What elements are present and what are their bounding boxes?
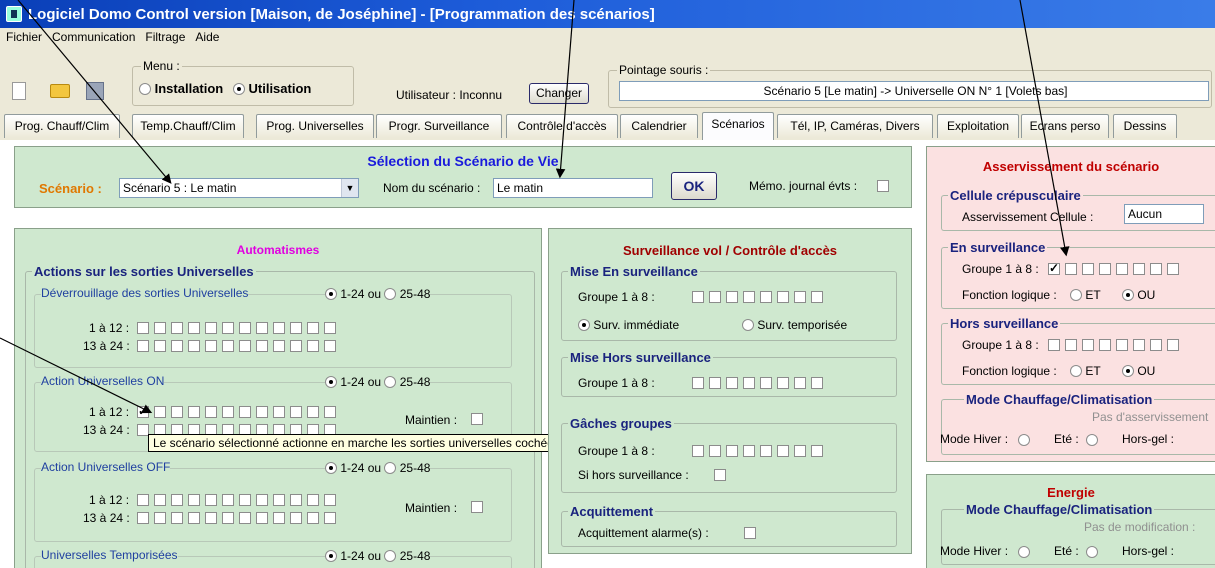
arrow-to-name-input xyxy=(555,0,575,179)
arrow-to-on-checkbox xyxy=(0,337,153,414)
arrow-to-scenario-select xyxy=(17,0,172,184)
arrow-to-surveillance-checkbox xyxy=(1019,0,1070,257)
annotation-arrows xyxy=(0,0,1070,414)
